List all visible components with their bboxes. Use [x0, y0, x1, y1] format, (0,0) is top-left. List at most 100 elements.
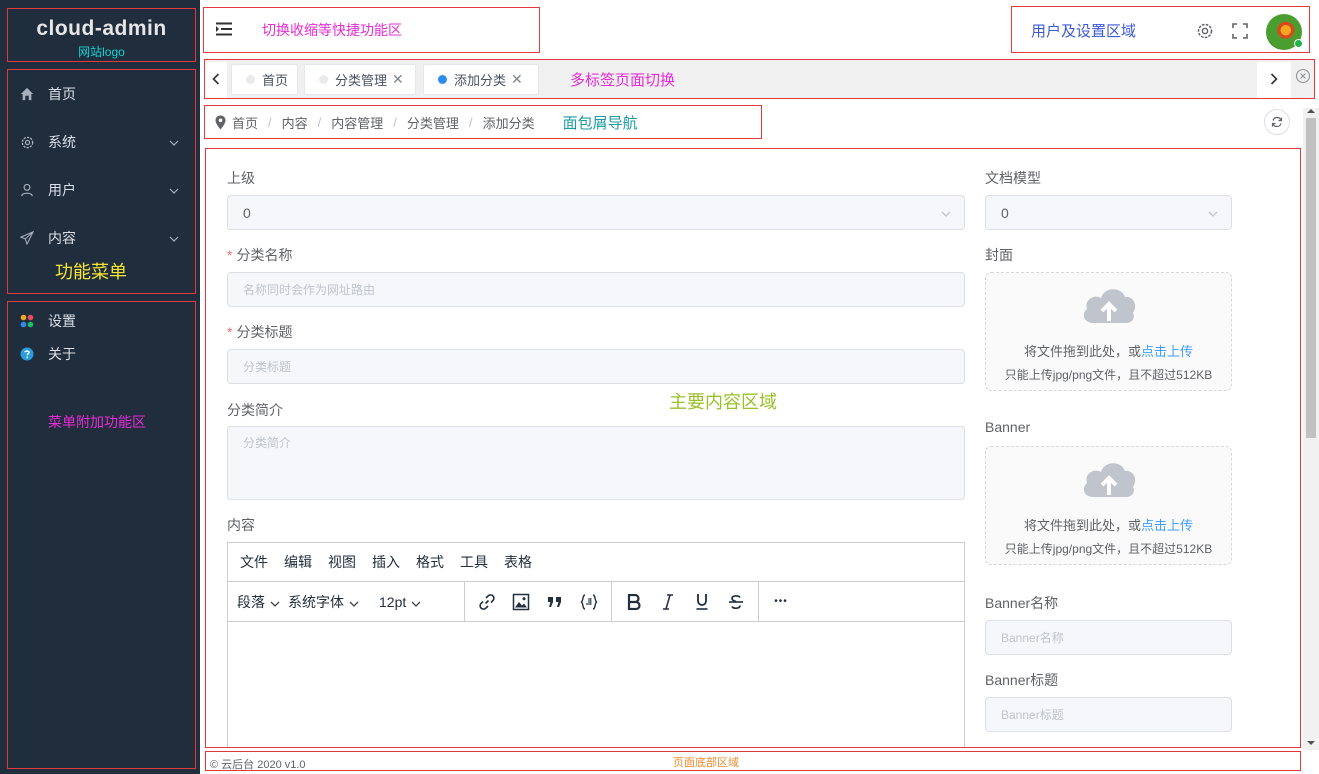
strikethrough-icon[interactable] [719, 586, 753, 618]
bold-icon[interactable] [617, 586, 651, 618]
breadcrumb-item[interactable]: 首页 [232, 113, 258, 132]
underline-icon[interactable] [685, 586, 719, 618]
tab-scroll-left-button[interactable] [205, 62, 227, 98]
banner-name-label: Banner名称 [985, 595, 1059, 611]
editor-menu-insert[interactable]: 插入 [372, 552, 400, 572]
editor-menu-edit[interactable]: 编辑 [284, 552, 312, 572]
more-options-icon[interactable]: ••• [764, 586, 798, 618]
doc-model-label: 文档模型 [985, 170, 1041, 186]
editor-menu-table[interactable]: 表格 [504, 552, 532, 572]
page-footer: © 云后台 2020 v1.0 页面底部区域 [205, 751, 1301, 771]
editor-menubar: 文件 编辑 视图 插入 格式 工具 表格 [228, 543, 964, 582]
tab-scroll-right-button[interactable] [1257, 62, 1291, 98]
collapse-menu-button[interactable] [204, 8, 244, 52]
home-icon [19, 86, 35, 102]
code-sample-icon[interactable] [572, 586, 606, 618]
location-pin-icon [215, 115, 226, 130]
sidebar-item-content[interactable]: 内容 [8, 214, 195, 262]
tab-label: 添加分类 [454, 73, 507, 88]
close-icon[interactable]: ✕ [511, 71, 523, 88]
close-icon[interactable]: ✕ [392, 71, 404, 88]
tab-status-dot [319, 75, 328, 84]
logo-area: cloud-admin 网站logo [7, 8, 196, 62]
chevron-left-icon [212, 72, 220, 88]
scroll-up-icon[interactable] [1307, 108, 1315, 114]
italic-icon[interactable] [651, 586, 685, 618]
category-name-label-text: 分类名称 [236, 247, 293, 263]
font-family-value: 系统字体 [288, 593, 344, 610]
blockquote-icon[interactable] [538, 586, 572, 618]
category-title-input[interactable]: 分类标题 [227, 349, 965, 384]
chevron-down-icon [940, 207, 952, 223]
banner-name-input[interactable]: Banner名称 [985, 620, 1232, 655]
close-all-tabs-icon[interactable] [1295, 68, 1311, 87]
editor-menu-view[interactable]: 视图 [328, 552, 356, 572]
fullscreen-icon[interactable] [1231, 22, 1249, 43]
category-intro-textarea[interactable]: 分类简介 [227, 426, 965, 500]
link-icon[interactable] [470, 586, 504, 618]
sidebar-item-settings[interactable]: 设置 [8, 304, 195, 337]
category-name-input[interactable]: 名称同时会作为网址路由 [227, 272, 965, 307]
image-icon[interactable] [504, 586, 538, 618]
breadcrumb-separator: / [468, 114, 473, 130]
user-icon [19, 182, 35, 198]
sidebar-item-label: 系统 [48, 134, 76, 150]
editor-style-group [612, 582, 759, 621]
editor-menu-format[interactable]: 格式 [416, 552, 444, 572]
tab-home[interactable]: 首页 [231, 64, 298, 95]
gear-icon [19, 134, 35, 150]
breadcrumb-separator: / [268, 114, 272, 130]
editor-menu-tools[interactable]: 工具 [460, 552, 488, 572]
editor-body[interactable] [228, 622, 964, 747]
footer-copyright: © 云后台 2020 v1.0 [210, 759, 306, 771]
font-size-dropdown[interactable]: 12pt [375, 586, 425, 618]
click-upload-link[interactable]: 点击上传 [1141, 518, 1193, 533]
banner-title-label: Banner标题 [985, 672, 1059, 688]
sidebar-item-system[interactable]: 系统 [8, 118, 195, 166]
chevron-down-icon [1207, 207, 1219, 223]
banner-title-input[interactable]: Banner标题 [985, 697, 1232, 732]
parent-label: 上级 [227, 170, 255, 186]
settings-gear-icon[interactable] [1196, 22, 1214, 43]
breadcrumb-item[interactable]: 分类管理 [407, 113, 459, 132]
editor-menu-file[interactable]: 文件 [240, 552, 268, 572]
scrollbar-thumb[interactable] [1306, 118, 1316, 438]
rich-text-editor[interactable]: 文件 编辑 视图 插入 格式 工具 表格 段落 系统字体 12pt ••• [227, 542, 965, 747]
menu-caption: 功能菜单 [55, 262, 127, 282]
refresh-button[interactable] [1264, 109, 1290, 135]
extra-caption: 菜单附加功能区 [48, 414, 146, 430]
parent-select[interactable]: 0 [227, 195, 965, 230]
user-settings-area: 用户及设置区域 [1011, 6, 1310, 53]
doc-model-select[interactable]: 0 [985, 195, 1232, 230]
shortcut-area: 切换收缩等快捷功能区 [203, 7, 540, 53]
sidebar-item-home[interactable]: 首页 [8, 70, 195, 118]
chevron-down-icon [349, 594, 359, 610]
editor-format-group: 段落 系统字体 12pt [228, 582, 465, 621]
sidebar-item-about[interactable]: 关于 [8, 337, 195, 370]
main-content-area: 上级 0 * 分类名称 名称同时会作为网址路由 * 分类标题 分类标题 分类简介 分… [205, 148, 1301, 748]
category-title-label: * 分类标题 [227, 322, 292, 342]
chevron-down-icon [169, 231, 179, 247]
breadcrumb-item[interactable]: 内容 [282, 113, 308, 132]
banner-upload-dropzone[interactable]: 将文件拖到此处，或点击上传 只能上传jpg/png文件，且不超过512KB [985, 446, 1232, 565]
block-format-dropdown[interactable]: 段落 [233, 586, 284, 618]
tab-add-category[interactable]: 添加分类 ✕ [423, 64, 539, 95]
cover-upload-dropzone[interactable]: 将文件拖到此处，或点击上传 只能上传jpg/png文件，且不超过512KB [985, 272, 1232, 391]
sidebar-item-user[interactable]: 用户 [8, 166, 195, 214]
content-label: 内容 [227, 517, 255, 533]
category-name-label: * 分类名称 [227, 245, 292, 265]
font-family-dropdown[interactable]: 系统字体 [284, 586, 363, 618]
breadcrumb-item-current: 添加分类 [482, 115, 535, 131]
breadcrumb-separator: / [317, 114, 322, 130]
chevron-right-icon [1270, 72, 1278, 88]
category-title-label-text: 分类标题 [236, 324, 293, 340]
scroll-down-icon[interactable] [1307, 740, 1315, 746]
page-scrollbar[interactable] [1303, 108, 1319, 750]
click-upload-link[interactable]: 点击上传 [1141, 344, 1193, 359]
banner-label: Banner [985, 419, 1031, 435]
sidebar-item-label: 首页 [48, 86, 76, 102]
chevron-down-icon [169, 135, 179, 151]
tab-category-manage[interactable]: 分类管理 ✕ [304, 64, 416, 95]
breadcrumb-item[interactable]: 内容管理 [331, 113, 383, 132]
breadcrumb-caption: 面包屑导航 [562, 114, 638, 132]
